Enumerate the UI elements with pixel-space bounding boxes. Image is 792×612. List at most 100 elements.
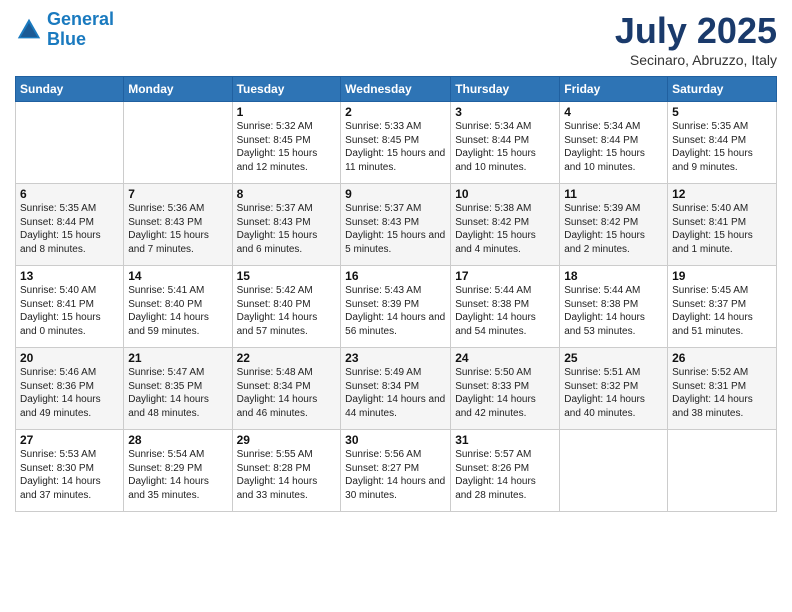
day-info: Sunrise: 5:57 AM Sunset: 8:26 PM Dayligh… [455, 448, 555, 502]
day-number: 20 [20, 351, 119, 365]
logo-text: General Blue [47, 10, 114, 50]
day-info: Sunrise: 5:51 AM Sunset: 8:32 PM Dayligh… [564, 366, 663, 420]
day-info: Sunrise: 5:41 AM Sunset: 8:40 PM Dayligh… [128, 284, 227, 338]
day-cell [560, 430, 668, 512]
day-info: Sunrise: 5:42 AM Sunset: 8:40 PM Dayligh… [237, 284, 337, 338]
day-info: Sunrise: 5:48 AM Sunset: 8:34 PM Dayligh… [237, 366, 337, 420]
day-number: 8 [237, 187, 337, 201]
logo: General Blue [15, 10, 114, 50]
day-cell: 3Sunrise: 5:34 AM Sunset: 8:44 PM Daylig… [451, 102, 560, 184]
day-number: 18 [564, 269, 663, 283]
day-cell: 19Sunrise: 5:45 AM Sunset: 8:37 PM Dayli… [668, 266, 777, 348]
day-number: 5 [672, 105, 772, 119]
day-number: 1 [237, 105, 337, 119]
header-row: Sunday Monday Tuesday Wednesday Thursday… [16, 77, 777, 102]
day-cell: 30Sunrise: 5:56 AM Sunset: 8:27 PM Dayli… [341, 430, 451, 512]
day-info: Sunrise: 5:37 AM Sunset: 8:43 PM Dayligh… [237, 202, 337, 256]
day-cell: 7Sunrise: 5:36 AM Sunset: 8:43 PM Daylig… [124, 184, 232, 266]
day-info: Sunrise: 5:46 AM Sunset: 8:36 PM Dayligh… [20, 366, 119, 420]
day-number: 19 [672, 269, 772, 283]
day-number: 26 [672, 351, 772, 365]
day-info: Sunrise: 5:52 AM Sunset: 8:31 PM Dayligh… [672, 366, 772, 420]
day-cell: 14Sunrise: 5:41 AM Sunset: 8:40 PM Dayli… [124, 266, 232, 348]
day-cell: 6Sunrise: 5:35 AM Sunset: 8:44 PM Daylig… [16, 184, 124, 266]
day-info: Sunrise: 5:33 AM Sunset: 8:45 PM Dayligh… [345, 120, 446, 174]
day-cell: 22Sunrise: 5:48 AM Sunset: 8:34 PM Dayli… [232, 348, 341, 430]
day-cell: 17Sunrise: 5:44 AM Sunset: 8:38 PM Dayli… [451, 266, 560, 348]
page: General Blue July 2025 Secinaro, Abruzzo… [0, 0, 792, 612]
day-info: Sunrise: 5:56 AM Sunset: 8:27 PM Dayligh… [345, 448, 446, 502]
week-row-1: 6Sunrise: 5:35 AM Sunset: 8:44 PM Daylig… [16, 184, 777, 266]
day-number: 11 [564, 187, 663, 201]
day-number: 30 [345, 433, 446, 447]
day-number: 23 [345, 351, 446, 365]
day-number: 21 [128, 351, 227, 365]
day-info: Sunrise: 5:35 AM Sunset: 8:44 PM Dayligh… [672, 120, 772, 174]
col-sunday: Sunday [16, 77, 124, 102]
day-cell [16, 102, 124, 184]
day-info: Sunrise: 5:34 AM Sunset: 8:44 PM Dayligh… [455, 120, 555, 174]
day-number: 9 [345, 187, 446, 201]
day-cell: 21Sunrise: 5:47 AM Sunset: 8:35 PM Dayli… [124, 348, 232, 430]
day-info: Sunrise: 5:36 AM Sunset: 8:43 PM Dayligh… [128, 202, 227, 256]
col-tuesday: Tuesday [232, 77, 341, 102]
day-number: 7 [128, 187, 227, 201]
col-friday: Friday [560, 77, 668, 102]
day-cell: 11Sunrise: 5:39 AM Sunset: 8:42 PM Dayli… [560, 184, 668, 266]
day-number: 22 [237, 351, 337, 365]
day-number: 15 [237, 269, 337, 283]
day-cell: 10Sunrise: 5:38 AM Sunset: 8:42 PM Dayli… [451, 184, 560, 266]
day-number: 12 [672, 187, 772, 201]
day-cell: 15Sunrise: 5:42 AM Sunset: 8:40 PM Dayli… [232, 266, 341, 348]
day-info: Sunrise: 5:34 AM Sunset: 8:44 PM Dayligh… [564, 120, 663, 174]
day-cell: 27Sunrise: 5:53 AM Sunset: 8:30 PM Dayli… [16, 430, 124, 512]
day-info: Sunrise: 5:53 AM Sunset: 8:30 PM Dayligh… [20, 448, 119, 502]
day-info: Sunrise: 5:32 AM Sunset: 8:45 PM Dayligh… [237, 120, 337, 174]
day-info: Sunrise: 5:44 AM Sunset: 8:38 PM Dayligh… [455, 284, 555, 338]
day-cell: 29Sunrise: 5:55 AM Sunset: 8:28 PM Dayli… [232, 430, 341, 512]
day-cell: 20Sunrise: 5:46 AM Sunset: 8:36 PM Dayli… [16, 348, 124, 430]
day-cell: 16Sunrise: 5:43 AM Sunset: 8:39 PM Dayli… [341, 266, 451, 348]
day-cell: 1Sunrise: 5:32 AM Sunset: 8:45 PM Daylig… [232, 102, 341, 184]
day-cell: 5Sunrise: 5:35 AM Sunset: 8:44 PM Daylig… [668, 102, 777, 184]
day-number: 29 [237, 433, 337, 447]
day-info: Sunrise: 5:49 AM Sunset: 8:34 PM Dayligh… [345, 366, 446, 420]
day-cell [124, 102, 232, 184]
main-title: July 2025 [615, 10, 777, 52]
col-wednesday: Wednesday [341, 77, 451, 102]
day-number: 16 [345, 269, 446, 283]
week-row-2: 13Sunrise: 5:40 AM Sunset: 8:41 PM Dayli… [16, 266, 777, 348]
day-cell: 26Sunrise: 5:52 AM Sunset: 8:31 PM Dayli… [668, 348, 777, 430]
day-info: Sunrise: 5:45 AM Sunset: 8:37 PM Dayligh… [672, 284, 772, 338]
day-info: Sunrise: 5:35 AM Sunset: 8:44 PM Dayligh… [20, 202, 119, 256]
day-info: Sunrise: 5:38 AM Sunset: 8:42 PM Dayligh… [455, 202, 555, 256]
day-number: 17 [455, 269, 555, 283]
day-number: 14 [128, 269, 227, 283]
day-cell: 31Sunrise: 5:57 AM Sunset: 8:26 PM Dayli… [451, 430, 560, 512]
day-info: Sunrise: 5:54 AM Sunset: 8:29 PM Dayligh… [128, 448, 227, 502]
day-cell: 9Sunrise: 5:37 AM Sunset: 8:43 PM Daylig… [341, 184, 451, 266]
day-number: 2 [345, 105, 446, 119]
day-number: 25 [564, 351, 663, 365]
week-row-4: 27Sunrise: 5:53 AM Sunset: 8:30 PM Dayli… [16, 430, 777, 512]
day-cell [668, 430, 777, 512]
calendar-body: 1Sunrise: 5:32 AM Sunset: 8:45 PM Daylig… [16, 102, 777, 512]
col-monday: Monday [124, 77, 232, 102]
calendar-header: Sunday Monday Tuesday Wednesday Thursday… [16, 77, 777, 102]
week-row-3: 20Sunrise: 5:46 AM Sunset: 8:36 PM Dayli… [16, 348, 777, 430]
week-row-0: 1Sunrise: 5:32 AM Sunset: 8:45 PM Daylig… [16, 102, 777, 184]
col-thursday: Thursday [451, 77, 560, 102]
day-cell: 28Sunrise: 5:54 AM Sunset: 8:29 PM Dayli… [124, 430, 232, 512]
day-number: 10 [455, 187, 555, 201]
day-info: Sunrise: 5:40 AM Sunset: 8:41 PM Dayligh… [672, 202, 772, 256]
day-number: 4 [564, 105, 663, 119]
logo-icon [15, 16, 43, 44]
day-info: Sunrise: 5:40 AM Sunset: 8:41 PM Dayligh… [20, 284, 119, 338]
day-cell: 25Sunrise: 5:51 AM Sunset: 8:32 PM Dayli… [560, 348, 668, 430]
day-number: 3 [455, 105, 555, 119]
day-cell: 23Sunrise: 5:49 AM Sunset: 8:34 PM Dayli… [341, 348, 451, 430]
day-cell: 12Sunrise: 5:40 AM Sunset: 8:41 PM Dayli… [668, 184, 777, 266]
day-number: 31 [455, 433, 555, 447]
day-number: 24 [455, 351, 555, 365]
day-cell: 8Sunrise: 5:37 AM Sunset: 8:43 PM Daylig… [232, 184, 341, 266]
